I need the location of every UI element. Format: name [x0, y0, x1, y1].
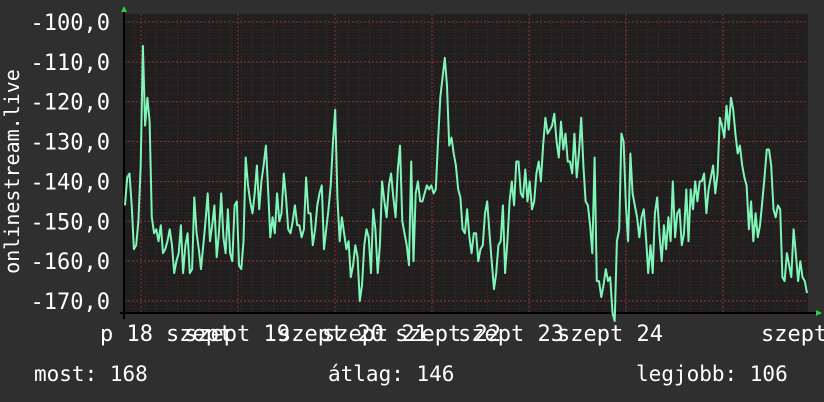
x-tick-label: szept 23 — [458, 322, 564, 347]
best-value: legjobb: 106 — [636, 362, 788, 386]
plot-area — [124, 14, 808, 313]
y-tick-label: -170,0 — [31, 290, 110, 315]
x-tick-label: szept — [761, 322, 824, 347]
average-value: átlag: 146 — [328, 362, 455, 386]
y-tick-label: -150,0 — [31, 210, 110, 235]
y-axis-arrow — [121, 6, 127, 12]
current-value: most: 168 — [34, 362, 148, 386]
signal-chart: -100,0 -110,0 -120,0 -130,0 -140,0 -150,0 -160… — [0, 6, 824, 347]
chart-stage: -100,0 -110,0 -120,0 -130,0 -140,0 -150,0 -160… — [0, 0, 824, 402]
y-tick-label: -140,0 — [31, 170, 110, 195]
y-axis-label: onlinestream.live — [0, 69, 24, 274]
y-tick-label: -100,0 — [31, 11, 110, 36]
y-tick-label: -120,0 — [31, 91, 110, 116]
y-tick-label: -110,0 — [31, 51, 110, 76]
y-tick-label: -130,0 — [31, 131, 110, 156]
x-tick-label: szept 19 — [184, 322, 290, 347]
y-tick-label: -160,0 — [31, 250, 110, 275]
x-axis-arrow — [816, 310, 822, 316]
x-tick-label: szept 24 — [557, 322, 663, 347]
x-tick-label: p 18 — [100, 322, 153, 347]
